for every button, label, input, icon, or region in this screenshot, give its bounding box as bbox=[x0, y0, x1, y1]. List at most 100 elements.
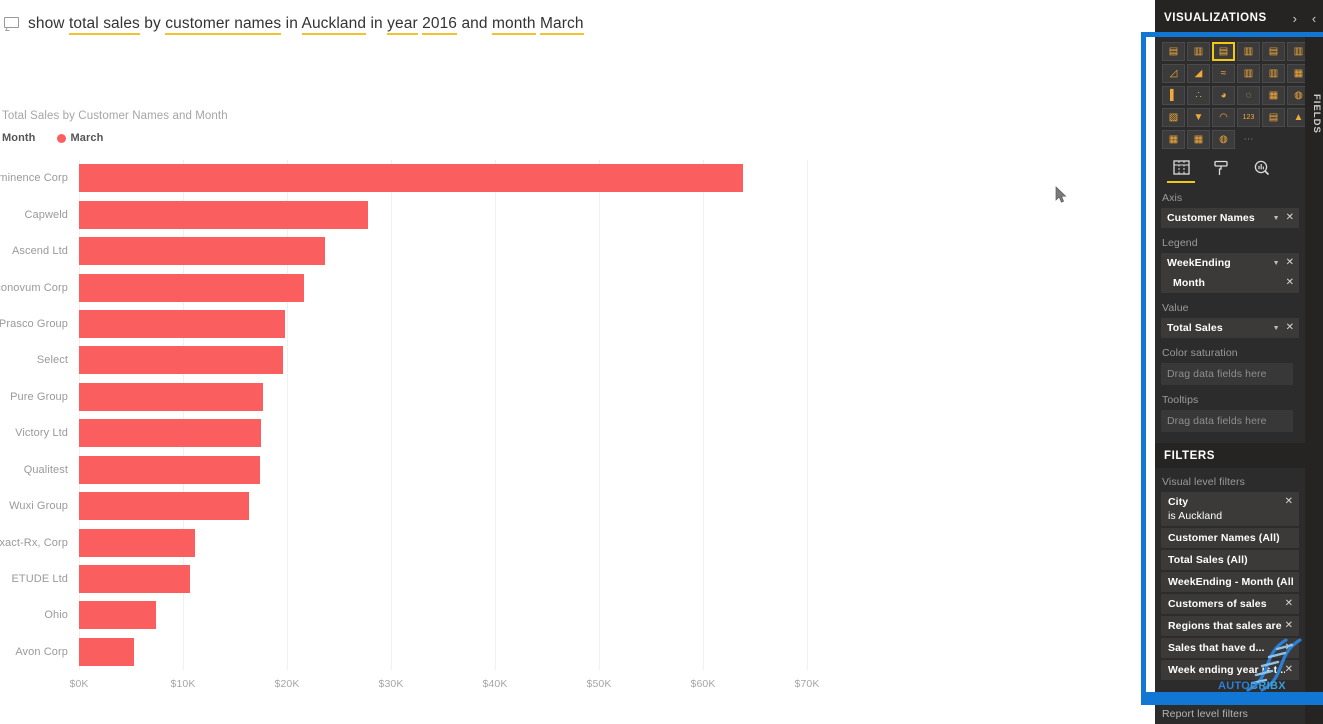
chart-bar[interactable] bbox=[79, 528, 196, 557]
legend-item[interactable]: March bbox=[57, 132, 103, 144]
field-drop-zone[interactable]: Drag data fields here bbox=[1161, 410, 1293, 432]
filter-name: Customers of sales bbox=[1168, 598, 1267, 610]
visualization-type-gallery[interactable]: ▤ ▥ ▤ ▥ ▤ ▥ ◿ ◢ ≈ ▥ ▥ ▦ ▌ ∴ ◕ ◌ ▦ ◍ ▧ ▼ ◠ 123 ▤ ▲ ▦ ▦ ◍ ⋯ bbox=[1155, 36, 1305, 153]
filter-card[interactable]: Customer Names (All) bbox=[1161, 528, 1299, 548]
report-level-filters-section[interactable]: Report level filters bbox=[1155, 704, 1305, 724]
hundred-percent-stacked-bar-chart-icon[interactable]: ▤ bbox=[1262, 42, 1285, 61]
more-visuals-icon[interactable]: ⋯ bbox=[1237, 130, 1260, 149]
chevron-down-icon[interactable]: ▼ bbox=[1273, 260, 1280, 267]
field-well-label: Value bbox=[1162, 302, 1189, 314]
clear-filter-icon[interactable]: ✕ bbox=[1285, 599, 1293, 609]
chart-gridline bbox=[807, 160, 808, 670]
field-chip[interactable]: Total Sales ▼ ✕ bbox=[1161, 318, 1299, 338]
remove-field-icon[interactable]: ✕ bbox=[1286, 213, 1294, 223]
qna-speech-icon bbox=[4, 16, 21, 31]
qna-question-text[interactable]: show total sales by customer names in Au… bbox=[28, 14, 584, 35]
field-chip[interactable]: WeekEnding ▼ ✕ bbox=[1161, 253, 1299, 273]
ribbon-chart-icon[interactable]: ▦ bbox=[1287, 64, 1305, 83]
tab-fields[interactable] bbox=[1161, 157, 1201, 183]
scatter-chart-icon[interactable]: ∴ bbox=[1187, 86, 1210, 105]
qna-question-bar[interactable]: show total sales by customer names in Au… bbox=[0, 0, 1150, 47]
stacked-column-chart-icon[interactable]: ▥ bbox=[1187, 42, 1210, 61]
field-well-tabs[interactable] bbox=[1155, 153, 1305, 183]
field-chip[interactable]: Month ✕ bbox=[1161, 273, 1299, 293]
filter-card[interactable]: WeekEnding - Month (All) bbox=[1161, 572, 1299, 592]
right-side-panel: VISUALIZATIONS › ‹ FIELDS ▤ ▥ ▤ ▥ ▤ ▥ ◿ ◢ ≈ ▥ ▥ ▦ ▌ ∴… bbox=[1155, 0, 1323, 724]
stacked-bar-chart-icon[interactable]: ▤ bbox=[1162, 42, 1185, 61]
clear-filter-icon[interactable]: ✕ bbox=[1285, 621, 1293, 631]
donut-chart-icon[interactable]: ◌ bbox=[1237, 86, 1260, 105]
field-drop-zone[interactable]: Drag data fields here bbox=[1161, 363, 1293, 385]
chart-plot-area[interactable] bbox=[79, 160, 830, 670]
filter-card[interactable]: Total Sales (All) bbox=[1161, 550, 1299, 570]
y-axis-label: Capweld bbox=[24, 208, 68, 221]
multi-row-card-icon[interactable]: ▤ bbox=[1262, 108, 1285, 127]
line-chart-icon[interactable]: ◿ bbox=[1162, 64, 1185, 83]
field-chip[interactable]: Customer Names ▼ ✕ bbox=[1161, 208, 1299, 228]
chart-bar[interactable] bbox=[79, 601, 156, 630]
filter-name: Week ending year is t... bbox=[1168, 664, 1285, 676]
line-and-clustered-column-chart-icon[interactable]: ▥ bbox=[1262, 64, 1285, 83]
chart-plot: Eminence Corp Capweld Ascend Ltd Niconovum … bbox=[0, 160, 1150, 710]
chart-bar[interactable] bbox=[79, 200, 369, 229]
hundred-percent-stacked-column-chart-icon[interactable]: ▥ bbox=[1287, 42, 1305, 61]
fields-panel-strip[interactable]: FIELDS bbox=[1305, 36, 1323, 724]
chart-bar[interactable] bbox=[79, 455, 260, 484]
clustered-bar-chart-icon[interactable]: ▤ bbox=[1212, 42, 1235, 61]
chart-bar[interactable] bbox=[79, 564, 191, 593]
card-icon[interactable]: 123 bbox=[1237, 108, 1260, 127]
clustered-column-chart-icon[interactable]: ▥ bbox=[1237, 42, 1260, 61]
gauge-chart-icon[interactable]: ◠ bbox=[1212, 108, 1235, 127]
tab-format[interactable] bbox=[1201, 157, 1241, 183]
filter-card[interactable]: Week ending year is t... ✕ bbox=[1161, 660, 1299, 680]
chart-bar[interactable] bbox=[79, 273, 304, 302]
funnel-chart-icon[interactable]: ▼ bbox=[1187, 108, 1210, 127]
visualizations-title: VISUALIZATIONS bbox=[1164, 12, 1267, 24]
chevron-right-icon[interactable]: › bbox=[1293, 12, 1297, 25]
treemap-icon[interactable]: ▦ bbox=[1262, 86, 1285, 105]
stacked-area-chart-icon[interactable]: ≈ bbox=[1212, 64, 1235, 83]
filter-card[interactable]: City ✕ is Auckland bbox=[1161, 492, 1299, 526]
filter-card[interactable]: Regions that sales are ✕ bbox=[1161, 616, 1299, 636]
pie-chart-icon[interactable]: ◕ bbox=[1212, 86, 1235, 105]
chart-bar[interactable] bbox=[79, 346, 283, 375]
legend-title: Month bbox=[2, 132, 36, 144]
clear-filter-icon[interactable]: ✕ bbox=[1285, 665, 1293, 675]
remove-field-icon[interactable]: ✕ bbox=[1286, 278, 1294, 288]
chevron-down-icon[interactable]: ▼ bbox=[1273, 325, 1280, 332]
clear-filter-icon[interactable]: ✕ bbox=[1285, 497, 1293, 507]
chart-bar[interactable] bbox=[79, 164, 743, 193]
field-chip-label: WeekEnding bbox=[1167, 257, 1231, 269]
x-axis-tick-label: $10K bbox=[170, 678, 196, 690]
table-icon[interactable]: ▦ bbox=[1187, 130, 1210, 149]
field-well-section: Tooltips bbox=[1155, 394, 1305, 406]
legend-item-label: March bbox=[70, 132, 104, 144]
filter-card[interactable]: Customers of sales ✕ bbox=[1161, 594, 1299, 614]
x-axis-tick-label: $40K bbox=[482, 678, 508, 690]
kpi-icon[interactable]: ▲ bbox=[1287, 108, 1305, 127]
waterfall-chart-icon[interactable]: ▌ bbox=[1162, 86, 1185, 105]
chart-bar[interactable] bbox=[79, 492, 249, 521]
filled-map-icon[interactable]: ▧ bbox=[1162, 108, 1185, 127]
collapse-panel-button[interactable]: ‹ bbox=[1305, 0, 1323, 36]
chart-bar[interactable] bbox=[79, 419, 261, 448]
y-axis-label: Prasco Group bbox=[0, 317, 68, 330]
slicer-icon[interactable]: ▦ bbox=[1162, 130, 1185, 149]
chart-bar[interactable] bbox=[79, 637, 135, 666]
chart-bar[interactable] bbox=[79, 382, 264, 411]
tab-analytics[interactable] bbox=[1241, 157, 1281, 183]
matrix-icon[interactable]: ◍ bbox=[1212, 130, 1235, 149]
area-chart-icon[interactable]: ◢ bbox=[1187, 64, 1210, 83]
clear-filter-icon[interactable]: ✕ bbox=[1285, 643, 1293, 653]
bar-chart-visual[interactable]: Total Sales by Customer Names and Month … bbox=[0, 100, 1150, 710]
chart-bar[interactable] bbox=[79, 309, 285, 338]
map-icon[interactable]: ◍ bbox=[1287, 86, 1305, 105]
filter-name: WeekEnding - Month (All) bbox=[1168, 576, 1293, 588]
field-chip-label: Month bbox=[1173, 277, 1205, 289]
chevron-down-icon[interactable]: ▼ bbox=[1273, 215, 1280, 222]
remove-field-icon[interactable]: ✕ bbox=[1286, 323, 1294, 333]
chart-bar[interactable] bbox=[79, 237, 326, 266]
filter-card[interactable]: Sales that have d... ✕ bbox=[1161, 638, 1299, 658]
line-and-stacked-column-chart-icon[interactable]: ▥ bbox=[1237, 64, 1260, 83]
remove-field-icon[interactable]: ✕ bbox=[1286, 258, 1294, 268]
